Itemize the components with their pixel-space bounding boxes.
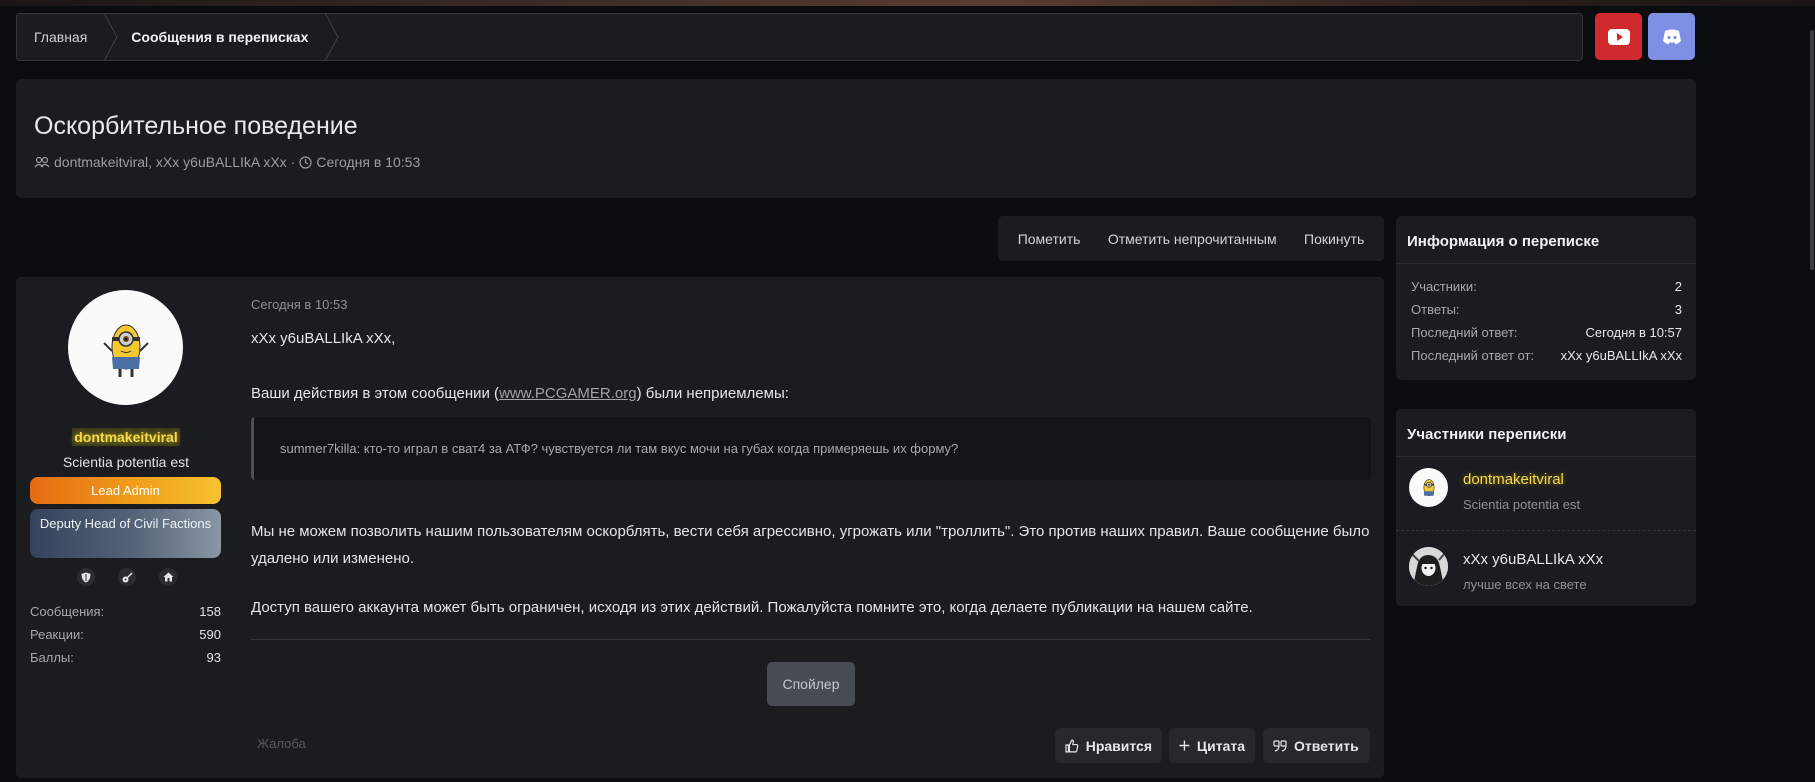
info-value: 2 (1674, 279, 1682, 294)
conversation-header: Оскорбительное поведение dontmakeitviral… (16, 79, 1696, 198)
guitar-badge[interactable] (118, 568, 136, 586)
meta-separator: · (290, 154, 296, 170)
member-avatar[interactable] (1409, 468, 1448, 507)
shield-badge[interactable] (77, 568, 95, 586)
info-row: Последний ответ от: xXx у6uBALLIkA xXx (1411, 344, 1682, 367)
home-badge[interactable] (159, 568, 177, 586)
discord-icon (1662, 29, 1681, 44)
message-greeting: xXx у6uBALLIkA xXx, (251, 330, 396, 347)
member-name[interactable]: dontmakeitviral (1463, 471, 1564, 488)
message-paragraph: Мы не можем позволить нашим пользователя… (251, 523, 1370, 567)
breadcrumb-conversations-label[interactable]: Сообщения в переписках (131, 29, 308, 45)
manga-avatar-icon (1409, 547, 1448, 586)
message-text: ) были неприемлемы: (636, 385, 789, 402)
users-icon (34, 156, 50, 168)
member-avatar[interactable] (1409, 547, 1448, 586)
breadcrumb-home-label[interactable]: Главная (34, 29, 87, 45)
quote-label[interactable]: Цитата (1197, 738, 1245, 754)
info-label: Ответы: (1411, 302, 1460, 317)
members-panel-title: Участники переписки (1396, 409, 1696, 457)
stat-value[interactable]: 93 (207, 646, 221, 669)
discord-button[interactable] (1648, 13, 1695, 60)
author-name[interactable]: dontmakeitviral (16, 428, 236, 447)
leave-button[interactable]: Покинуть (1304, 231, 1364, 247)
mark-unread-button[interactable]: Отметить непрочитанным (1108, 231, 1277, 247)
youtube-button[interactable] (1595, 13, 1642, 60)
conversation-date[interactable]: Сегодня в 10:53 (316, 154, 420, 170)
info-row: Ответы: 3 (1411, 298, 1682, 321)
member-name[interactable]: xXx у6uBALLIkA xXx (1463, 551, 1603, 568)
conversation-members-panel: Участники переписки dontmakeitviral Scie… (1396, 409, 1696, 606)
message-paragraph: Ваши действия в этом сообщении (www.PCGA… (251, 385, 789, 402)
member-status: лучше всех на свете (1463, 577, 1587, 592)
stat-label: Баллы: (30, 650, 74, 665)
reply-label[interactable]: Ответить (1294, 738, 1359, 754)
info-rows: Участники: 2 Ответы: 3 Последний ответ: Сег… (1396, 264, 1696, 367)
reply-button[interactable]: Ответить (1263, 728, 1370, 763)
message-paragraph: Доступ вашего аккаунта может быть ограни… (251, 599, 1253, 616)
page-title: Оскорбительное поведение (34, 112, 358, 140)
info-row: Последний ответ: Сегодня в 10:57 (1411, 321, 1682, 344)
conversation-info-panel: Информация о переписке Участники: 2 Ответ… (1396, 216, 1696, 380)
deputy-head-banner: Deputy Head of Civil Factions (30, 509, 221, 558)
stat-row: Реакции: 590 (30, 623, 221, 646)
stat-value[interactable]: 158 (199, 600, 221, 623)
message-post: dontmakeitviral Scientia potentia est Le… (16, 277, 1384, 778)
author-title: Scientia potentia est (62, 454, 190, 470)
author-name-label[interactable]: dontmakeitviral (72, 428, 180, 446)
top-glow (0, 0, 1815, 6)
info-label: Последний ответ от: (1411, 348, 1535, 363)
member-item[interactable]: dontmakeitviral Scientia potentia est (1396, 456, 1696, 531)
guitar-icon (122, 571, 133, 582)
like-label[interactable]: Нравится (1086, 738, 1152, 754)
author-stats: Сообщения: 158 Реакции: 590 Баллы: 93 (30, 600, 221, 669)
pcgamer-link[interactable]: www.PCGAMER.org (499, 385, 637, 402)
member-status: Scientia potentia est (1463, 497, 1581, 512)
stat-row: Баллы: 93 (30, 646, 221, 669)
lead-admin-banner: Lead Admin (30, 477, 221, 504)
breadcrumb-home[interactable]: Главная (17, 14, 118, 60)
info-value: 3 (1674, 302, 1682, 317)
page-scrollbar[interactable] (1810, 30, 1814, 270)
quote-marks-icon (1273, 739, 1287, 752)
stat-value[interactable]: 590 (199, 623, 221, 646)
participants-line[interactable]: dontmakeitviral, xXx у6uBALLIkA xXx (54, 154, 287, 170)
trophy-badges (77, 568, 177, 586)
message-text: Ваши действия в этом сообщении ( (251, 385, 500, 402)
spoiler-button[interactable]: Спойлер (767, 662, 855, 706)
youtube-icon (1607, 28, 1630, 45)
stat-label: Сообщения: (30, 604, 105, 619)
thumbs-up-icon (1065, 739, 1079, 752)
stat-label: Реакции: (30, 627, 84, 642)
shield-icon (81, 572, 91, 582)
info-label: Участники: (1411, 279, 1477, 294)
home-icon (163, 572, 173, 582)
blockquote: summer7killa: кто-то играл в сват4 за АТ… (251, 417, 1371, 480)
minion-avatar-icon (1423, 478, 1434, 496)
conversation-actions: Пометить Отметить непрочитанным Покинуть (998, 216, 1384, 261)
breadcrumb: Главная Сообщения в переписках (16, 13, 1583, 61)
message-date[interactable]: Сегодня в 10:53 (251, 297, 347, 312)
info-panel-title: Информация о переписке (1396, 216, 1696, 264)
info-value[interactable]: xXx у6uBALLIkA xXx (1561, 344, 1682, 367)
conversation-meta: dontmakeitviral, xXx у6uBALLIkA xXx · Се… (34, 154, 420, 170)
plus-icon (1179, 740, 1190, 751)
quote-button[interactable]: Цитата (1169, 728, 1255, 763)
report-link[interactable]: Жалоба (257, 736, 306, 751)
info-value[interactable]: Сегодня в 10:57 (1586, 321, 1682, 344)
member-item[interactable]: xXx у6uBALLIkA xXx лучше всех на свете (1396, 531, 1696, 606)
info-row: Участники: 2 (1411, 275, 1682, 298)
divider (251, 639, 1371, 640)
stat-row: Сообщения: 158 (30, 600, 221, 623)
breadcrumb-conversations[interactable]: Сообщения в переписках (105, 14, 339, 60)
mark-button[interactable]: Пометить (1018, 231, 1081, 247)
avatar[interactable] (68, 290, 183, 405)
clock-icon (299, 155, 312, 169)
like-button[interactable]: Нравится (1055, 728, 1162, 763)
breadcrumb-separator-icon (325, 14, 339, 60)
info-label: Последний ответ: (1411, 325, 1518, 340)
minion-avatar-icon (102, 324, 149, 377)
